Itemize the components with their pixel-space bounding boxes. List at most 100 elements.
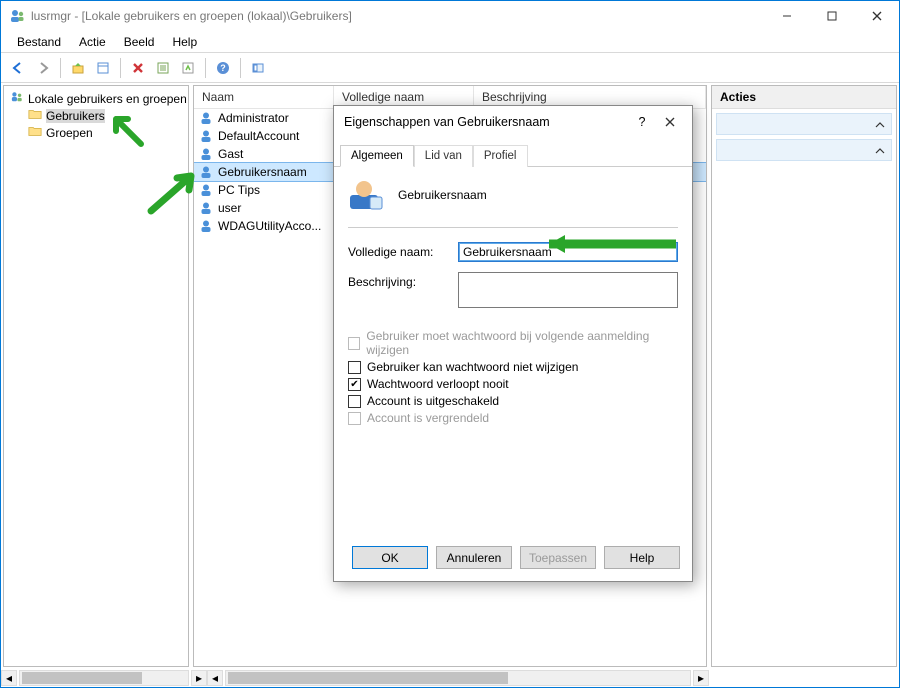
- delete-button[interactable]: [127, 57, 149, 79]
- tree-root[interactable]: Lokale gebruikers en groepen (lo: [8, 90, 184, 107]
- menubar: Bestand Actie Beeld Help: [1, 31, 899, 53]
- toolbar-sep: [120, 58, 121, 78]
- properties-button[interactable]: [92, 57, 114, 79]
- chk-cannotchange-row[interactable]: Gebruiker kan wachtwoord niet wijzigen: [348, 360, 678, 374]
- chk-mustchange-row: Gebruiker moet wachtwoord bij volgende a…: [348, 329, 678, 357]
- checkbox-icon[interactable]: [348, 361, 361, 374]
- menu-view[interactable]: Beeld: [116, 33, 163, 51]
- menu-action[interactable]: Actie: [71, 33, 114, 51]
- toolbar-sep: [240, 58, 241, 78]
- checkbox-icon: [348, 412, 361, 425]
- user-name: Administrator: [218, 111, 338, 125]
- checkbox-icon[interactable]: ✔: [348, 378, 361, 391]
- titlebar: lusrmgr - [Lokale gebruikers en groepen …: [1, 1, 899, 31]
- col-header-name[interactable]: Naam: [194, 86, 334, 108]
- chevron-up-icon: [875, 144, 885, 158]
- actions-header: Acties: [712, 86, 896, 109]
- tree-pane: Lokale gebruikers en groepen (lo Gebruik…: [3, 85, 189, 667]
- tab-general[interactable]: Algemeen: [340, 145, 414, 167]
- tab-memberof[interactable]: Lid van: [414, 145, 473, 167]
- close-button[interactable]: [854, 1, 899, 31]
- description-input[interactable]: [458, 272, 678, 308]
- toolbar-sep: [60, 58, 61, 78]
- apply-button[interactable]: Toepassen: [520, 546, 596, 569]
- user-icon: [198, 200, 214, 216]
- dialog-help-button[interactable]: ?: [628, 112, 656, 132]
- chk-neverexpire-row[interactable]: ✔ Wachtwoord verloopt nooit: [348, 377, 678, 391]
- scroll-left-button[interactable]: ◂: [1, 670, 17, 686]
- chk-mustchange-label: Gebruiker moet wachtwoord bij volgende a…: [366, 329, 678, 357]
- menu-help[interactable]: Help: [164, 33, 205, 51]
- dialog-title: Eigenschappen van Gebruikersnaam: [344, 115, 550, 129]
- users-groups-icon: [10, 91, 24, 106]
- checkbox-icon: [348, 337, 360, 350]
- toolbar-sep: [205, 58, 206, 78]
- fullname-label: Volledige naam:: [348, 242, 458, 259]
- view-options-button[interactable]: [247, 57, 269, 79]
- dialog-buttons: OK Annuleren Toepassen Help: [334, 536, 692, 581]
- app-icon: [9, 8, 25, 24]
- dialog-titlebar: Eigenschappen van Gebruikersnaam ?: [334, 106, 692, 140]
- chk-cannotchange-label: Gebruiker kan wachtwoord niet wijzigen: [367, 360, 578, 374]
- dialog-tabs: Algemeen Lid van Profiel: [334, 144, 692, 167]
- tree-root-label: Lokale gebruikers en groepen (lo: [28, 92, 189, 106]
- tree-node-users[interactable]: Gebruikers: [26, 107, 184, 124]
- chevron-up-icon: [875, 118, 885, 132]
- minimize-button[interactable]: [764, 1, 809, 31]
- chk-locked-label: Account is vergrendeld: [367, 411, 489, 425]
- tree-users-label: Gebruikers: [46, 109, 105, 123]
- user-icon: [198, 218, 214, 234]
- user-name: WDAGUtilityAcco...: [218, 219, 338, 233]
- scroll-thumb[interactable]: [228, 672, 508, 684]
- user-icon: [198, 146, 214, 162]
- tree-groups-label: Groepen: [46, 126, 93, 140]
- tree-node-groups[interactable]: Groepen: [26, 124, 184, 141]
- scroll-right-button[interactable]: ▸: [191, 670, 207, 686]
- dialog-close-button[interactable]: [656, 112, 684, 132]
- toolbar: ?: [1, 53, 899, 83]
- actions-group-2[interactable]: [716, 139, 892, 161]
- forward-button[interactable]: [32, 57, 54, 79]
- user-name: user: [218, 201, 338, 215]
- user-icon: [198, 128, 214, 144]
- user-name: Gebruikersnaam: [218, 165, 338, 179]
- scroll-thumb[interactable]: [22, 672, 142, 684]
- folder-icon: [28, 108, 42, 123]
- user-icon: [198, 110, 214, 126]
- ok-button[interactable]: OK: [352, 546, 428, 569]
- scroll-track-list[interactable]: [225, 670, 691, 686]
- tab-profile[interactable]: Profiel: [473, 145, 528, 167]
- user-icon: [198, 182, 214, 198]
- scroll-right-button[interactable]: ▸: [693, 670, 709, 686]
- chk-neverexpire-label: Wachtwoord verloopt nooit: [367, 377, 509, 391]
- cancel-button[interactable]: Annuleren: [436, 546, 512, 569]
- back-button[interactable]: [7, 57, 29, 79]
- refresh-button[interactable]: [152, 57, 174, 79]
- dialog-body: Gebruikersnaam Volledige naam: Beschrijv…: [334, 167, 692, 536]
- help-button[interactable]: Help: [604, 546, 680, 569]
- chk-locked-row: Account is vergrendeld: [348, 411, 678, 425]
- actions-pane: Acties: [711, 85, 897, 667]
- export-button[interactable]: [177, 57, 199, 79]
- scroll-left-button[interactable]: ◂: [207, 670, 223, 686]
- hscroll-bar: ◂ ▸ ◂ ▸: [1, 669, 899, 687]
- description-label: Beschrijving:: [348, 272, 458, 289]
- checkbox-icon[interactable]: [348, 395, 361, 408]
- fullname-input[interactable]: [458, 242, 678, 262]
- user-name: Gast: [218, 147, 338, 161]
- user-icon: [198, 164, 214, 180]
- user-name: PC Tips: [218, 183, 338, 197]
- maximize-button[interactable]: [809, 1, 854, 31]
- scroll-track-tree[interactable]: [19, 670, 189, 686]
- user-avatar-icon: [348, 177, 384, 213]
- user-name: DefaultAccount: [218, 129, 338, 143]
- chk-disabled-row[interactable]: Account is uitgeschakeld: [348, 394, 678, 408]
- help-button[interactable]: ?: [212, 57, 234, 79]
- chk-disabled-label: Account is uitgeschakeld: [367, 394, 499, 408]
- svg-text:?: ?: [220, 63, 226, 73]
- up-button[interactable]: [67, 57, 89, 79]
- menu-file[interactable]: Bestand: [9, 33, 69, 51]
- folder-icon: [28, 125, 42, 140]
- actions-group-1[interactable]: [716, 113, 892, 135]
- window-title: lusrmgr - [Lokale gebruikers en groepen …: [31, 9, 352, 23]
